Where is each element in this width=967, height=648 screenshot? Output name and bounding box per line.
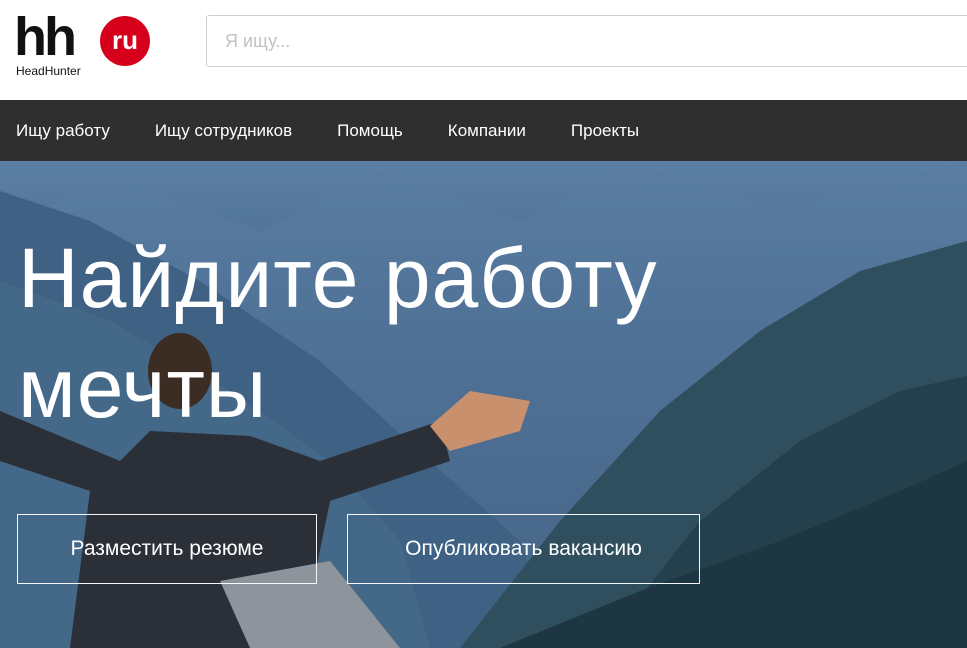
nav-item-projects[interactable]: Проекты <box>571 121 639 141</box>
logo-ru-badge: ru <box>100 16 150 66</box>
nav-item-find-job[interactable]: Ищу работу <box>16 121 110 141</box>
headline-line-1: Найдите работу <box>18 231 658 325</box>
main-nav: Ищу работу Ищу сотрудников Помощь Компан… <box>0 100 967 161</box>
headline-line-2: мечты <box>18 341 268 435</box>
logo-wordmark: hh <box>14 7 77 67</box>
hh-logo[interactable]: hh ru HeadHunter <box>14 7 154 82</box>
nav-item-find-employees[interactable]: Ищу сотрудников <box>155 121 292 141</box>
hero-headline: Найдите работу мечты <box>18 223 918 443</box>
nav-item-companies[interactable]: Компании <box>448 121 526 141</box>
post-resume-button[interactable]: Разместить резюме <box>17 514 317 584</box>
site-header: hh ru HeadHunter <box>0 0 967 100</box>
search-input[interactable] <box>206 15 967 67</box>
hero-banner: Найдите работу мечты Разместить резюме О… <box>0 161 967 648</box>
logo-subtitle: HeadHunter <box>16 64 81 78</box>
post-vacancy-button[interactable]: Опубликовать вакансию <box>347 514 700 584</box>
nav-item-help[interactable]: Помощь <box>337 121 403 141</box>
